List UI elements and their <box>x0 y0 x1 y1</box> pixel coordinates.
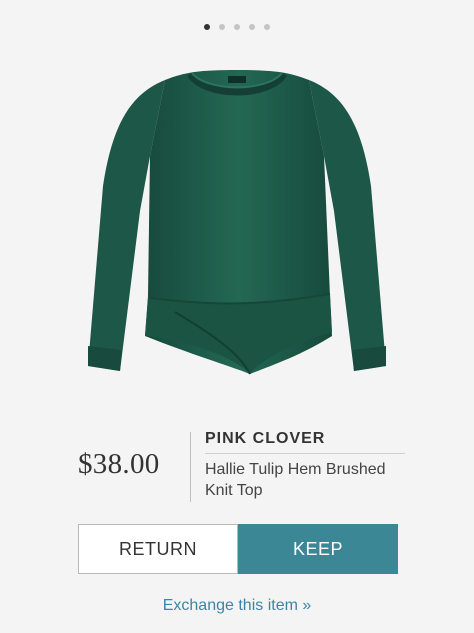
brand-divider <box>205 453 405 454</box>
return-button[interactable]: RETURN <box>78 524 238 574</box>
action-buttons: RETURN KEEP <box>78 524 398 574</box>
product-image[interactable] <box>0 36 474 410</box>
carousel-dot[interactable] <box>219 24 225 30</box>
brand-name: PINK CLOVER <box>205 430 326 447</box>
carousel-dot[interactable] <box>264 24 270 30</box>
keep-button[interactable]: KEEP <box>238 524 398 574</box>
info-divider <box>190 432 191 502</box>
carousel-dot[interactable] <box>204 24 210 30</box>
carousel-dot[interactable] <box>234 24 240 30</box>
exchange-link[interactable]: Exchange this item » <box>0 597 474 615</box>
product-name: Hallie Tulip Hem Brushed Knit Top <box>205 461 386 499</box>
carousel-dot[interactable] <box>249 24 255 30</box>
price: $38.00 <box>78 448 160 480</box>
carousel-dots <box>0 24 474 30</box>
